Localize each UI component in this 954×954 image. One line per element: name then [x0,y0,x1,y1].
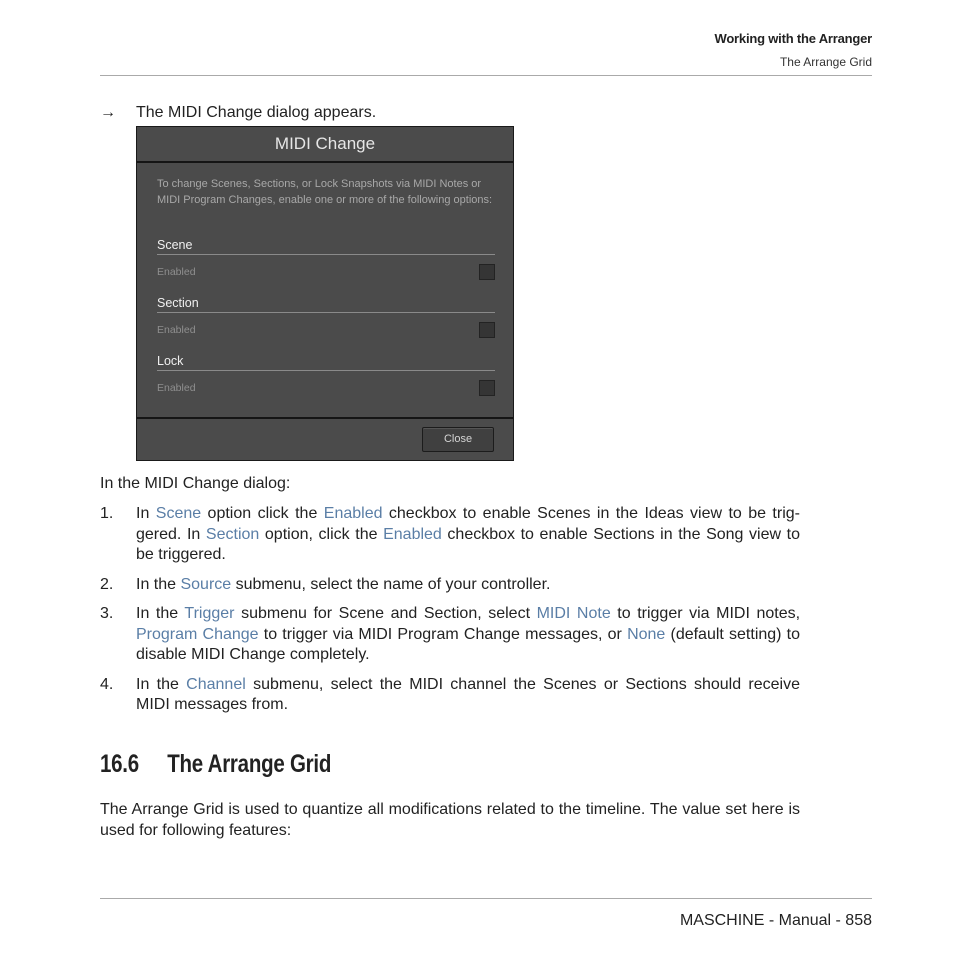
list-number: 3. [100,605,114,622]
step-text: In the [136,605,185,622]
footer-divider [100,898,872,899]
section-label-lock: Lock [157,354,495,371]
ui-term-reference: Enabled [323,505,383,522]
step-text: submenu for Scene and Section, select [234,605,537,622]
list-number: 2. [100,575,114,593]
running-header-section: The Arrange Grid [779,55,872,69]
enabled-label: Enabled [157,382,196,394]
arrow-right-icon: → [100,104,116,121]
scene-enabled-checkbox[interactable] [479,264,495,280]
enabled-row-scene: Enabled [157,255,495,285]
header-divider [100,75,872,76]
close-button[interactable]: Close [422,427,494,452]
section-lock: Lock Enabled [157,354,495,401]
list-item: 4. In the Channel submenu, select the MID… [100,675,800,716]
list-item: 2. In the Source submenu, select the name… [100,575,800,596]
step-text: option click the [201,505,324,522]
result-line: → The MIDI Change dialog appears. [100,104,376,122]
page-footer: MASCHINE - Manual - 858 [679,912,872,929]
ui-term-reference: Enabled [383,525,442,543]
list-number: 1. [100,505,114,522]
ui-term-reference: None [627,625,666,643]
running-header-chapter: Working with the Arranger [714,31,872,46]
body-paragraph: The Arrange Grid is used to quantize all… [100,801,800,839]
step-text: In [136,505,156,522]
step-text: In the [136,575,181,593]
step-text: to trigger via MIDI Program Change messa… [258,625,628,643]
step-text: In the [136,675,187,693]
midi-change-dialog: MIDI Change To change Scenes, Sections, … [136,126,514,461]
section-scene: Scene Enabled [157,238,495,285]
list-item: 1. In Scene option click the Enabled chec… [100,504,800,566]
section-enabled-checkbox[interactable] [479,322,495,338]
enabled-label: Enabled [157,324,196,336]
lock-enabled-checkbox[interactable] [479,380,495,396]
ui-term-reference: Section [205,525,260,543]
enabled-label: Enabled [157,266,196,278]
step-text: submenu, select the name of your control… [231,575,551,593]
dialog-description: To change Scenes, Sections, or Lock Snap… [157,178,493,206]
step-text: to trigger via MIDI notes, [610,605,801,622]
dialog-footer: Close [137,417,513,460]
section-title: The Arrange Grid [167,750,332,778]
section-heading: 16.6 The Arrange Grid [100,750,331,779]
ui-term-reference: Scene [155,505,202,522]
section-label-scene: Scene [157,238,495,255]
dialog-title: MIDI Change [137,127,513,163]
intro-text: In the MIDI Change dialog: [100,475,291,492]
section-section: Section Enabled [157,296,495,343]
steps-list: 1. In Scene option click the Enabled chec… [100,504,800,725]
list-number: 4. [100,675,114,693]
enabled-row-section: Enabled [157,313,495,343]
step-text: option, click the [259,525,384,543]
ui-term-reference: Source [180,575,232,593]
ui-term-reference: Trigger [184,605,235,622]
section-label-section: Section [157,296,495,313]
ui-term-reference: Program Change [136,625,259,643]
enabled-row-lock: Enabled [157,371,495,401]
ui-term-reference: MIDI Note [536,605,611,622]
ui-term-reference: Channel [186,675,246,693]
list-item: 3. In the Trigger submenu for Scene and S… [100,604,800,666]
result-text: The MIDI Change dialog appears. [136,104,377,121]
section-number: 16.6 [100,750,139,778]
